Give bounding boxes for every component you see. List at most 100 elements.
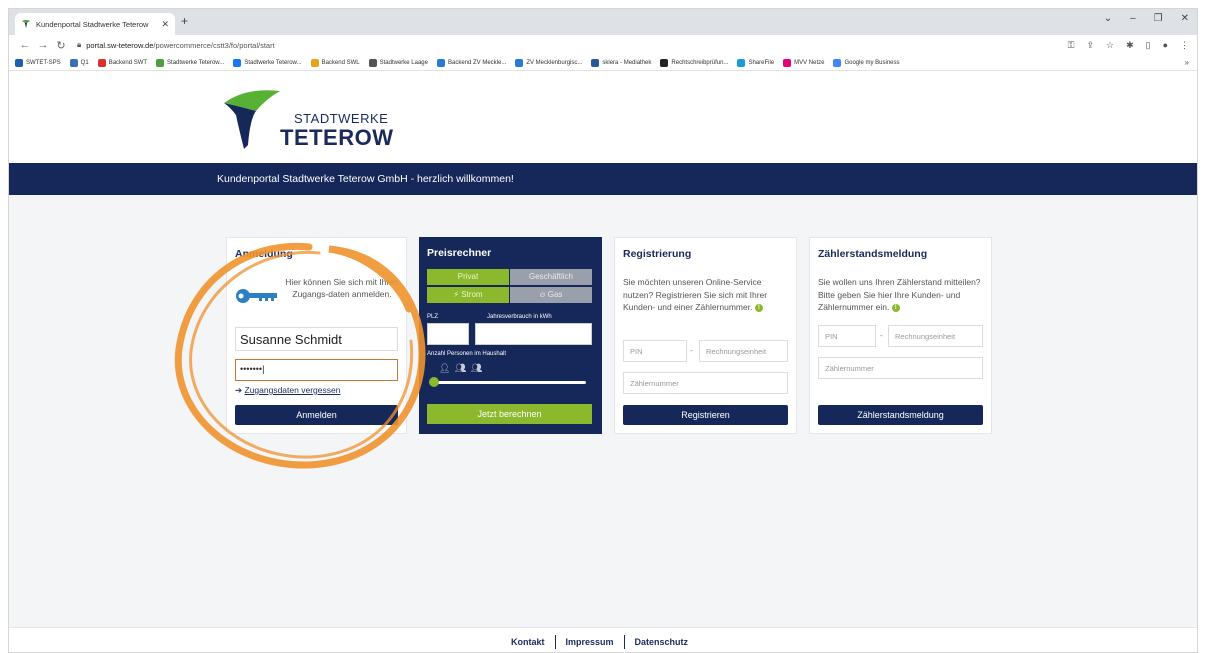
private-tab[interactable]: Privat <box>427 269 509 285</box>
tab-title: Kundenportal Stadtwerke Teterow <box>36 19 149 29</box>
bookmark-item[interactable]: MVV Netze <box>783 58 825 67</box>
login-button[interactable]: Anmelden <box>235 405 398 425</box>
login-card: Anmeldung Hier können Sie sich mit Ihren… <box>226 237 407 434</box>
bookmark-label: Backend SWT <box>108 59 148 66</box>
bookmark-label: MVV Netze <box>794 59 825 66</box>
bookmark-item[interactable]: ShareFile <box>737 58 775 67</box>
bookmark-item[interactable]: Rechtschreibprüfun... <box>660 58 728 67</box>
bookmark-item[interactable]: Q1 <box>69 58 89 67</box>
tab-strip: Kundenportal Stadtwerke Teterow ✕ + ⌄ – … <box>9 9 1197 35</box>
separator-dash: - <box>690 346 693 355</box>
footer: Kontakt Impressum Datenschutz <box>9 627 1197 652</box>
new-tab-icon[interactable]: + <box>181 14 188 28</box>
consumption-label: Jahresverbrauch in kWh <box>487 314 552 320</box>
flame-icon: 🔥︎ <box>539 290 546 299</box>
reload-icon[interactable]: ↻ <box>53 39 69 52</box>
bookmark-icon <box>233 58 242 67</box>
browser-toolbar: ← → ↻ 🔒︎ portal.sw-teterow.de /powercomm… <box>9 35 1197 55</box>
bookmark-icon <box>783 58 792 67</box>
close-window-icon[interactable]: ✕ <box>1181 13 1189 24</box>
star-icon[interactable]: ☆ <box>1106 40 1114 51</box>
password-field[interactable]: •••••••| <box>235 359 398 381</box>
close-tab-icon[interactable]: ✕ <box>161 19 169 30</box>
forward-icon[interactable]: → <box>35 39 51 51</box>
bookmark-item[interactable]: Stadtwerke Laage <box>368 58 428 67</box>
bookmark-item[interactable]: SWTET-SPS <box>15 58 61 67</box>
persons-label: Anzahl Personen im Haushalt <box>427 351 507 357</box>
share-icon[interactable]: ⇪ <box>1086 40 1094 51</box>
gas-tab[interactable]: 🔥︎ Gas <box>510 287 592 303</box>
register-button[interactable]: Registrieren <box>623 405 788 425</box>
minimize-icon[interactable]: – <box>1130 13 1136 24</box>
bookmark-label: Google my Business <box>844 59 900 66</box>
billing-unit-input[interactable]: Rechnungseinheit <box>699 340 788 362</box>
meter-reading-description: Sie wollen uns Ihren Zählerstand mitteil… <box>818 276 986 314</box>
meter-reading-button[interactable]: Zählerstandsmeldung <box>818 405 983 425</box>
username-field[interactable]: Susanne Schmidt <box>235 327 398 351</box>
logo[interactable]: STADTWERKE TETEROW <box>216 85 393 151</box>
bookmark-item[interactable]: Backend ZV Meckle... <box>436 58 507 67</box>
browser-window: Kundenportal Stadtwerke Teterow ✕ + ⌄ – … <box>8 8 1198 653</box>
bookmark-item[interactable]: Backend SWL <box>310 58 360 67</box>
bookmark-label: Backend ZV Meckle... <box>447 59 507 66</box>
chevron-down-icon[interactable]: ⌄ <box>1104 13 1112 24</box>
extensions-icon[interactable]: ✱ <box>1126 40 1134 51</box>
bookmark-item[interactable]: Stadtwerke Teterow... <box>156 58 224 67</box>
info-icon[interactable]: ! <box>891 303 900 312</box>
bookmark-item[interactable]: sklera - Mediathek <box>591 58 651 67</box>
bookmark-icon <box>368 58 377 67</box>
forgot-credentials-link[interactable]: ➔ Zugangsdaten vergessen <box>235 385 340 396</box>
bookmark-icon <box>15 58 23 67</box>
bookmark-item[interactable]: Backend SWT <box>97 58 148 67</box>
bookmark-icon <box>310 58 319 67</box>
bookmark-icon <box>591 58 600 67</box>
toolbar-icons: ⚿ ⇪ ☆ ✱ ▯ ● ⋮ <box>1068 40 1189 51</box>
bookmark-item[interactable]: ZV Mecklenburgisc... <box>515 58 582 67</box>
bookmarks-bar: SWTET-SPS Q1 Backend SWT Stadtwerke Teterow… <box>9 55 1197 71</box>
pin-input[interactable]: PIN <box>623 340 687 362</box>
favicon-icon <box>21 19 31 29</box>
sidepanel-icon[interactable]: ▯ <box>1146 40 1151 51</box>
zip-input[interactable] <box>427 323 469 345</box>
power-tab[interactable]: ⚡︎ Strom <box>427 287 509 303</box>
contact-link[interactable]: Kontakt <box>511 637 545 649</box>
meter-number-input[interactable]: Zählernummer <box>818 357 983 379</box>
imprint-link[interactable]: Impressum <box>566 637 614 649</box>
meter-reading-card: Zählerstandsmeldung Sie wollen uns Ihren… <box>809 237 992 434</box>
calculate-button[interactable]: Jetzt berechnen <box>427 404 592 424</box>
privacy-link[interactable]: Datenschutz <box>635 637 689 649</box>
bookmark-item[interactable]: Google my Business <box>833 58 900 67</box>
login-title: Anmeldung <box>235 248 293 260</box>
footer-links: Kontakt Impressum Datenschutz <box>511 635 689 649</box>
bookmark-icon <box>833 58 842 67</box>
lightning-icon: ⚡︎ <box>453 290 460 299</box>
bookmark-label: Stadtwerke Laage <box>379 59 428 66</box>
zip-label: PLZ <box>427 314 439 320</box>
bookmark-icon <box>515 58 524 67</box>
business-tab[interactable]: Geschäftlich <box>510 269 592 285</box>
welcome-banner: Kundenportal Stadtwerke Teterow GmbH - h… <box>9 163 1197 195</box>
browser-tab[interactable]: Kundenportal Stadtwerke Teterow ✕ <box>15 13 175 35</box>
logo-line2: TETEROW <box>280 125 394 150</box>
registration-title: Registrierung <box>623 248 692 260</box>
info-icon[interactable]: ! <box>754 303 763 312</box>
registration-description: Sie möchten unseren Online-Service nutze… <box>623 276 788 314</box>
bookmark-label: Stadtwerke Teterow... <box>244 59 302 66</box>
key-icon[interactable]: ⚿ <box>1068 40 1075 51</box>
maximize-icon[interactable]: ❐ <box>1154 13 1163 24</box>
window-controls: ⌄ – ❐ ✕ <box>1104 13 1189 24</box>
more-bookmarks-icon[interactable]: » <box>1185 58 1189 67</box>
persons-slider[interactable] <box>431 381 586 384</box>
meter-number-input[interactable]: Zählernummer <box>623 372 788 394</box>
slider-handle[interactable] <box>429 377 439 387</box>
pin-input[interactable]: PIN <box>818 325 876 347</box>
bookmark-item[interactable]: Stadtwerke Teterow... <box>233 58 302 67</box>
address-bar[interactable]: 🔒︎ portal.sw-teterow.de /powercommerce/c… <box>77 37 1068 53</box>
bookmark-label: ShareFile <box>748 59 775 66</box>
profile-icon[interactable]: ● <box>1163 40 1168 51</box>
menu-icon[interactable]: ⋮ <box>1180 40 1189 51</box>
back-icon[interactable]: ← <box>17 39 33 51</box>
lock-icon[interactable]: 🔒︎ <box>77 40 81 50</box>
billing-unit-input[interactable]: Rechnungseinheit <box>888 325 983 347</box>
consumption-input[interactable] <box>475 323 592 345</box>
